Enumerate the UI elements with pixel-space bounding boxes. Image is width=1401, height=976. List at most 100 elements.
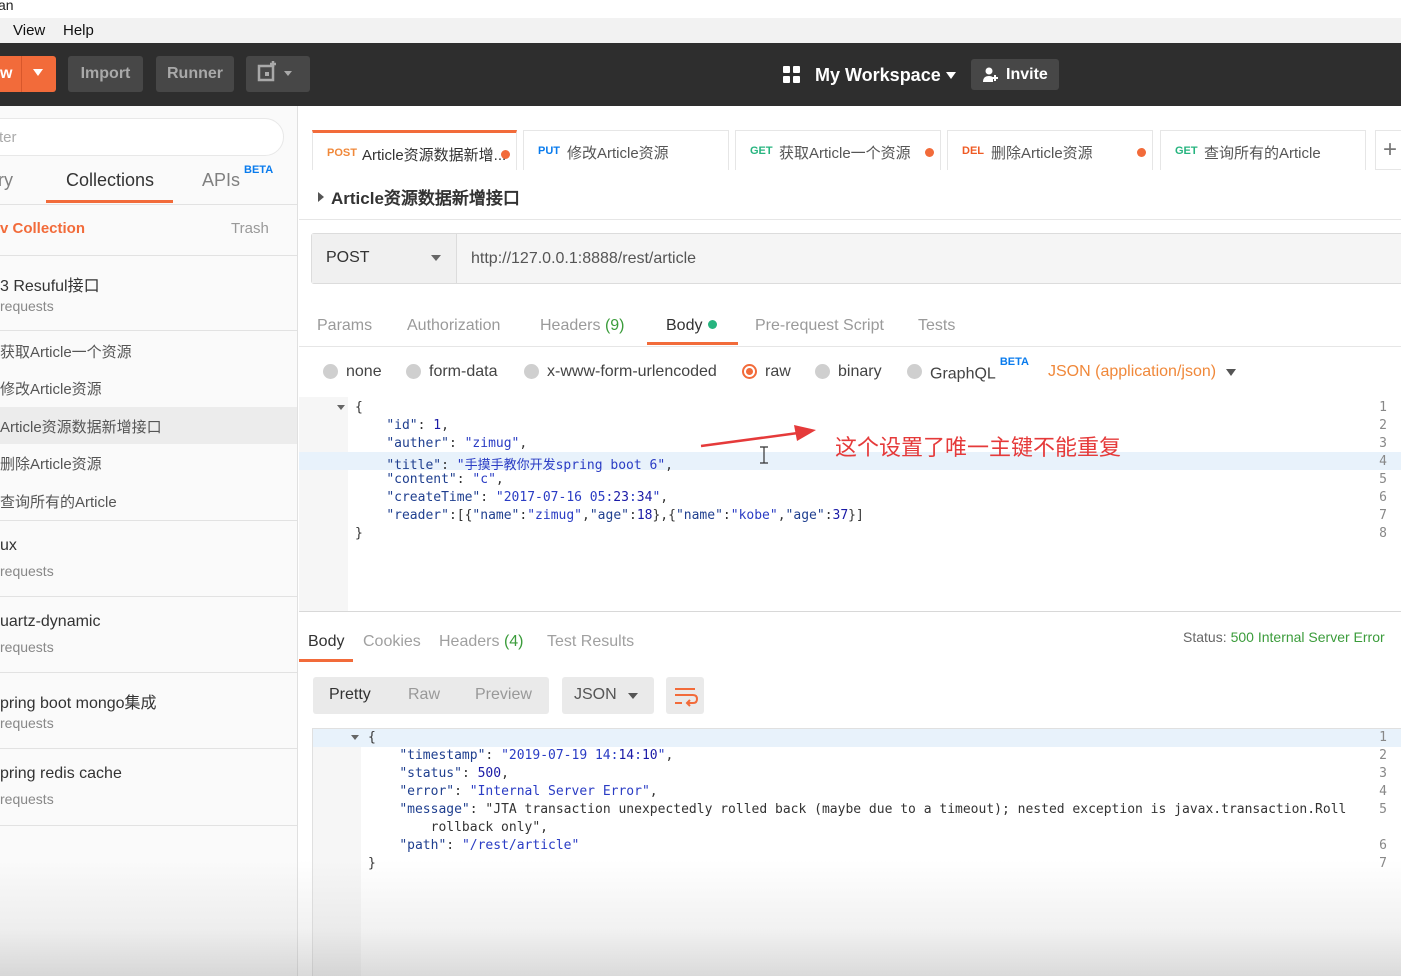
text-cursor-icon <box>760 446 768 464</box>
line-number: 6 <box>1379 838 1387 853</box>
wrap-lines-button[interactable] <box>666 677 704 714</box>
sidebar-request-item[interactable]: 删除Article资源 <box>0 444 297 481</box>
sidebar-request-item[interactable]: 获取Article一个资源 <box>0 332 297 369</box>
code-line: } <box>368 856 376 871</box>
radio-label: form-data <box>429 363 498 380</box>
window-titlebar: an <box>0 0 1401 18</box>
divider <box>299 611 1401 612</box>
workspace-grid-icon <box>783 66 801 84</box>
tab-collections[interactable]: Collections <box>66 170 154 191</box>
window-title: an <box>0 0 14 13</box>
status-dot-icon <box>708 320 718 329</box>
divider <box>299 346 1401 347</box>
request-name: 获取Article一个资源 <box>0 344 132 361</box>
code-line: "createTime": "2017-07-16 05:23:34", <box>386 490 669 505</box>
divider <box>0 672 297 673</box>
line-number: 8 <box>1379 526 1387 541</box>
request-tabs: POST Article资源数据新增... PUT 修改Article资源 GE… <box>299 106 1401 170</box>
tab-apis-label: APIs <box>202 170 241 190</box>
tab-title: 查询所有的Article <box>1204 145 1321 162</box>
line-gutter <box>313 729 361 976</box>
view-raw-button[interactable]: Raw <box>408 686 440 704</box>
radio-label: binary <box>838 363 882 380</box>
tab-authorization[interactable]: Authorization <box>407 317 500 335</box>
sidebar-filter-input[interactable]: ter <box>0 118 284 156</box>
code-line: "error": "Internal Server Error", <box>399 784 658 799</box>
menu-view[interactable]: View <box>13 22 45 39</box>
code-line: rollback only", <box>368 820 549 835</box>
response-tab-cookies[interactable]: Cookies <box>363 633 421 651</box>
add-tab-button[interactable]: + <box>1375 130 1401 170</box>
url-input[interactable] <box>458 234 1401 283</box>
divider <box>0 204 297 205</box>
request-name: 删除Article资源 <box>0 456 102 473</box>
divider <box>299 219 1401 220</box>
response-body-viewer[interactable]: 1 2 3 4 5 6 7 { "timestamp": "2019-07-19… <box>312 728 1401 976</box>
new-collection-button[interactable]: v Collection <box>0 220 85 237</box>
request-tab-get[interactable]: GET 查询所有的Article <box>1160 130 1366 170</box>
method-select[interactable]: POST <box>312 234 457 283</box>
line-number: 1 <box>1379 400 1387 415</box>
app-header: w Import Runner My Workspace Invite <box>0 43 1401 106</box>
tab-params[interactable]: Params <box>317 317 372 335</box>
request-tab-post[interactable]: POST Article资源数据新增... <box>312 130 517 170</box>
line-number: 5 <box>1379 802 1387 817</box>
divider <box>0 825 297 826</box>
tab-title: Article资源数据新增... <box>362 147 507 164</box>
response-tab-headers[interactable]: Headers (4) <box>439 633 524 651</box>
code-line: "message": "JTA transaction unexpectedly… <box>399 802 1347 817</box>
chevron-down-icon[interactable] <box>33 69 43 76</box>
sidebar-request-item-selected[interactable]: Article资源数据新增接口 <box>0 407 297 444</box>
tab-body[interactable]: Body <box>666 317 718 335</box>
active-tab-indicator <box>299 659 353 662</box>
line-number: 4 <box>1379 784 1387 799</box>
tab-history[interactable]: ry <box>0 170 13 191</box>
collection-count: requests <box>0 715 54 731</box>
line-number: 7 <box>1379 856 1387 871</box>
collection-count: requests <box>0 563 54 579</box>
request-title[interactable]: Article资源数据新增接口 <box>318 184 520 209</box>
collection-count: requests <box>0 791 54 807</box>
response-format-select[interactable]: JSON <box>562 677 654 714</box>
collection-count: requests <box>0 298 54 314</box>
chevron-down-icon <box>431 255 441 261</box>
runner-button[interactable]: Runner <box>156 56 234 92</box>
chevron-down-icon <box>628 693 638 699</box>
tab-apis[interactable]: APIs BETA <box>202 164 273 191</box>
code-line: "id": 1, <box>386 418 449 433</box>
code-line: "reader":[{"name":"zimug","age":18},{"na… <box>386 508 864 523</box>
import-button[interactable]: Import <box>68 56 143 92</box>
view-preview-button[interactable]: Preview <box>475 686 532 704</box>
tab-prerequest-script[interactable]: Pre-request Script <box>755 317 884 335</box>
divider <box>0 330 297 331</box>
code-line: "timestamp": "2019-07-19 14:14:10", <box>399 748 674 763</box>
response-tab-test-results[interactable]: Test Results <box>547 633 634 651</box>
headers-count: (9) <box>604 317 625 334</box>
line-number: 5 <box>1379 472 1387 487</box>
new-button[interactable]: w <box>0 56 56 92</box>
radio-label: x-www-form-urlencoded <box>547 363 717 380</box>
tab-headers[interactable]: Headers (9) <box>540 317 625 335</box>
content-type-select[interactable]: JSON (application/json) <box>1048 363 1216 381</box>
menu-help[interactable]: Help <box>63 22 94 39</box>
request-tab-delete[interactable]: DEL 删除Article资源 <box>947 130 1153 170</box>
sidebar-request-item[interactable]: 修改Article资源 <box>0 369 297 406</box>
code-line: { <box>368 730 376 745</box>
sidebar: ter ry Collections APIsBETA v Collection… <box>0 106 298 976</box>
divider <box>0 255 297 256</box>
collection-count: requests <box>0 639 54 655</box>
new-window-button[interactable] <box>246 56 310 92</box>
response-tab-body[interactable]: Body <box>308 633 344 651</box>
tab-tests[interactable]: Tests <box>918 317 955 335</box>
fold-arrow-icon[interactable] <box>337 405 345 410</box>
fold-arrow-icon[interactable] <box>351 735 359 740</box>
view-pretty-button[interactable]: Pretty <box>329 686 371 704</box>
tab-headers-label: Headers <box>439 633 500 650</box>
invite-button[interactable]: Invite <box>971 59 1059 90</box>
trash-button[interactable]: Trash <box>231 220 269 237</box>
request-tab-put[interactable]: PUT 修改Article资源 <box>523 130 729 170</box>
chevron-down-icon[interactable] <box>1226 369 1236 376</box>
line-number: 7 <box>1379 508 1387 523</box>
request-tab-get[interactable]: GET 获取Article一个资源 <box>735 130 941 170</box>
sidebar-request-item[interactable]: 查询所有的Article <box>0 482 297 519</box>
